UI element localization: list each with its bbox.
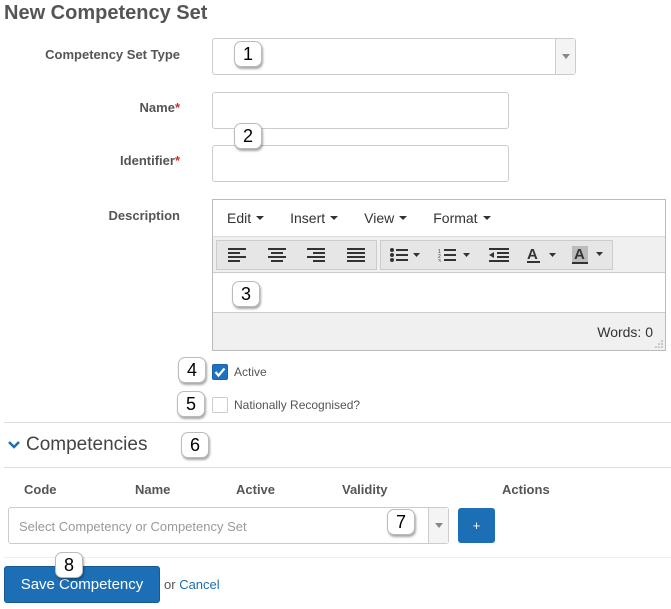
callout-5: 5 xyxy=(177,391,205,417)
align-right-icon xyxy=(307,248,326,262)
description-label: Description xyxy=(108,208,180,223)
align-group xyxy=(216,240,377,270)
dropdown-arrow-icon[interactable] xyxy=(555,39,575,74)
name-label: Name* xyxy=(139,100,180,115)
list-format-group: 123 A A xyxy=(380,240,613,270)
checkmark-icon xyxy=(214,367,226,378)
numbered-list-icon: 123 xyxy=(438,249,470,262)
identifier-label: Identifier* xyxy=(120,153,180,168)
editor-toolbar: 123 A A xyxy=(213,236,665,273)
editor-menubar: Edit Insert View Format xyxy=(213,200,665,236)
description-editor: Edit Insert View Format 123 A A Words: 0 xyxy=(212,199,666,351)
col-active: Active xyxy=(236,482,276,497)
numbered-list-button[interactable]: 123 xyxy=(429,241,479,269)
divider xyxy=(4,557,671,558)
callout-7: 7 xyxy=(387,509,415,535)
caret-down-icon xyxy=(399,216,408,220)
text-color-button[interactable]: A xyxy=(519,241,565,269)
nationally-recognised-checkbox[interactable] xyxy=(212,397,228,413)
svg-text:A: A xyxy=(574,246,585,263)
col-actions: Actions xyxy=(502,482,550,497)
background-color-icon: A xyxy=(572,246,603,264)
identifier-input[interactable] xyxy=(212,145,509,182)
callout-8: 8 xyxy=(55,552,83,578)
caret-down-icon xyxy=(482,216,491,220)
callout-3: 3 xyxy=(232,281,260,307)
nationally-recognised-label: Nationally Recognised? xyxy=(234,398,361,412)
align-center-icon xyxy=(267,248,286,262)
competency-select[interactable]: Select Competency or Competency Set xyxy=(8,507,449,544)
outdent-icon xyxy=(489,248,509,262)
required-mark: * xyxy=(174,153,180,168)
bullet-list-icon xyxy=(390,248,420,262)
competency-select-placeholder: Select Competency or Competency Set xyxy=(19,519,247,534)
outdent-button[interactable] xyxy=(479,241,519,269)
competency-set-type-select[interactable] xyxy=(212,38,576,75)
or-text: or xyxy=(164,577,176,592)
svg-text:A: A xyxy=(527,247,538,263)
callout-4: 4 xyxy=(178,357,206,383)
background-color-button[interactable]: A xyxy=(565,241,611,269)
active-label: Active xyxy=(234,365,267,379)
align-left-icon xyxy=(227,248,246,262)
align-justify-button[interactable] xyxy=(336,241,376,269)
align-justify-icon xyxy=(347,248,366,262)
editor-statusbar: Words: 0 xyxy=(213,312,665,350)
align-center-button[interactable] xyxy=(257,241,297,269)
menu-view[interactable]: View xyxy=(364,210,408,226)
dropdown-arrow-icon[interactable] xyxy=(428,508,448,543)
resize-handle-icon[interactable] xyxy=(655,340,663,348)
bullet-list-button[interactable] xyxy=(381,241,429,269)
align-left-button[interactable] xyxy=(217,241,257,269)
chevron-down-icon xyxy=(8,441,20,449)
divider xyxy=(4,467,671,468)
word-count: Words: 0 xyxy=(597,324,653,340)
caret-down-icon xyxy=(256,216,265,220)
col-validity: Validity xyxy=(342,482,388,497)
competency-set-type-label: Competency Set Type xyxy=(45,47,180,62)
add-competency-button[interactable]: + xyxy=(458,508,495,543)
caret-down-icon xyxy=(330,216,339,220)
menu-format[interactable]: Format xyxy=(433,210,491,226)
required-mark: * xyxy=(174,100,180,115)
callout-1: 1 xyxy=(234,41,262,67)
or-cancel: or Cancel xyxy=(164,577,220,592)
menu-edit[interactable]: Edit xyxy=(227,210,265,226)
align-right-button[interactable] xyxy=(297,241,337,269)
competencies-title: Competencies xyxy=(26,434,148,455)
callout-2: 2 xyxy=(234,123,262,149)
menu-insert[interactable]: Insert xyxy=(290,210,339,226)
col-name: Name xyxy=(135,482,171,497)
svg-text:3: 3 xyxy=(438,259,441,262)
competencies-toggle[interactable]: Competencies xyxy=(8,434,147,456)
active-checkbox[interactable] xyxy=(212,364,228,380)
page-title: New Competency Set xyxy=(4,2,208,24)
text-color-icon: A xyxy=(527,247,556,263)
cancel-link[interactable]: Cancel xyxy=(179,577,219,592)
col-code: Code xyxy=(24,482,57,497)
divider xyxy=(4,422,671,423)
callout-6: 6 xyxy=(181,432,209,458)
